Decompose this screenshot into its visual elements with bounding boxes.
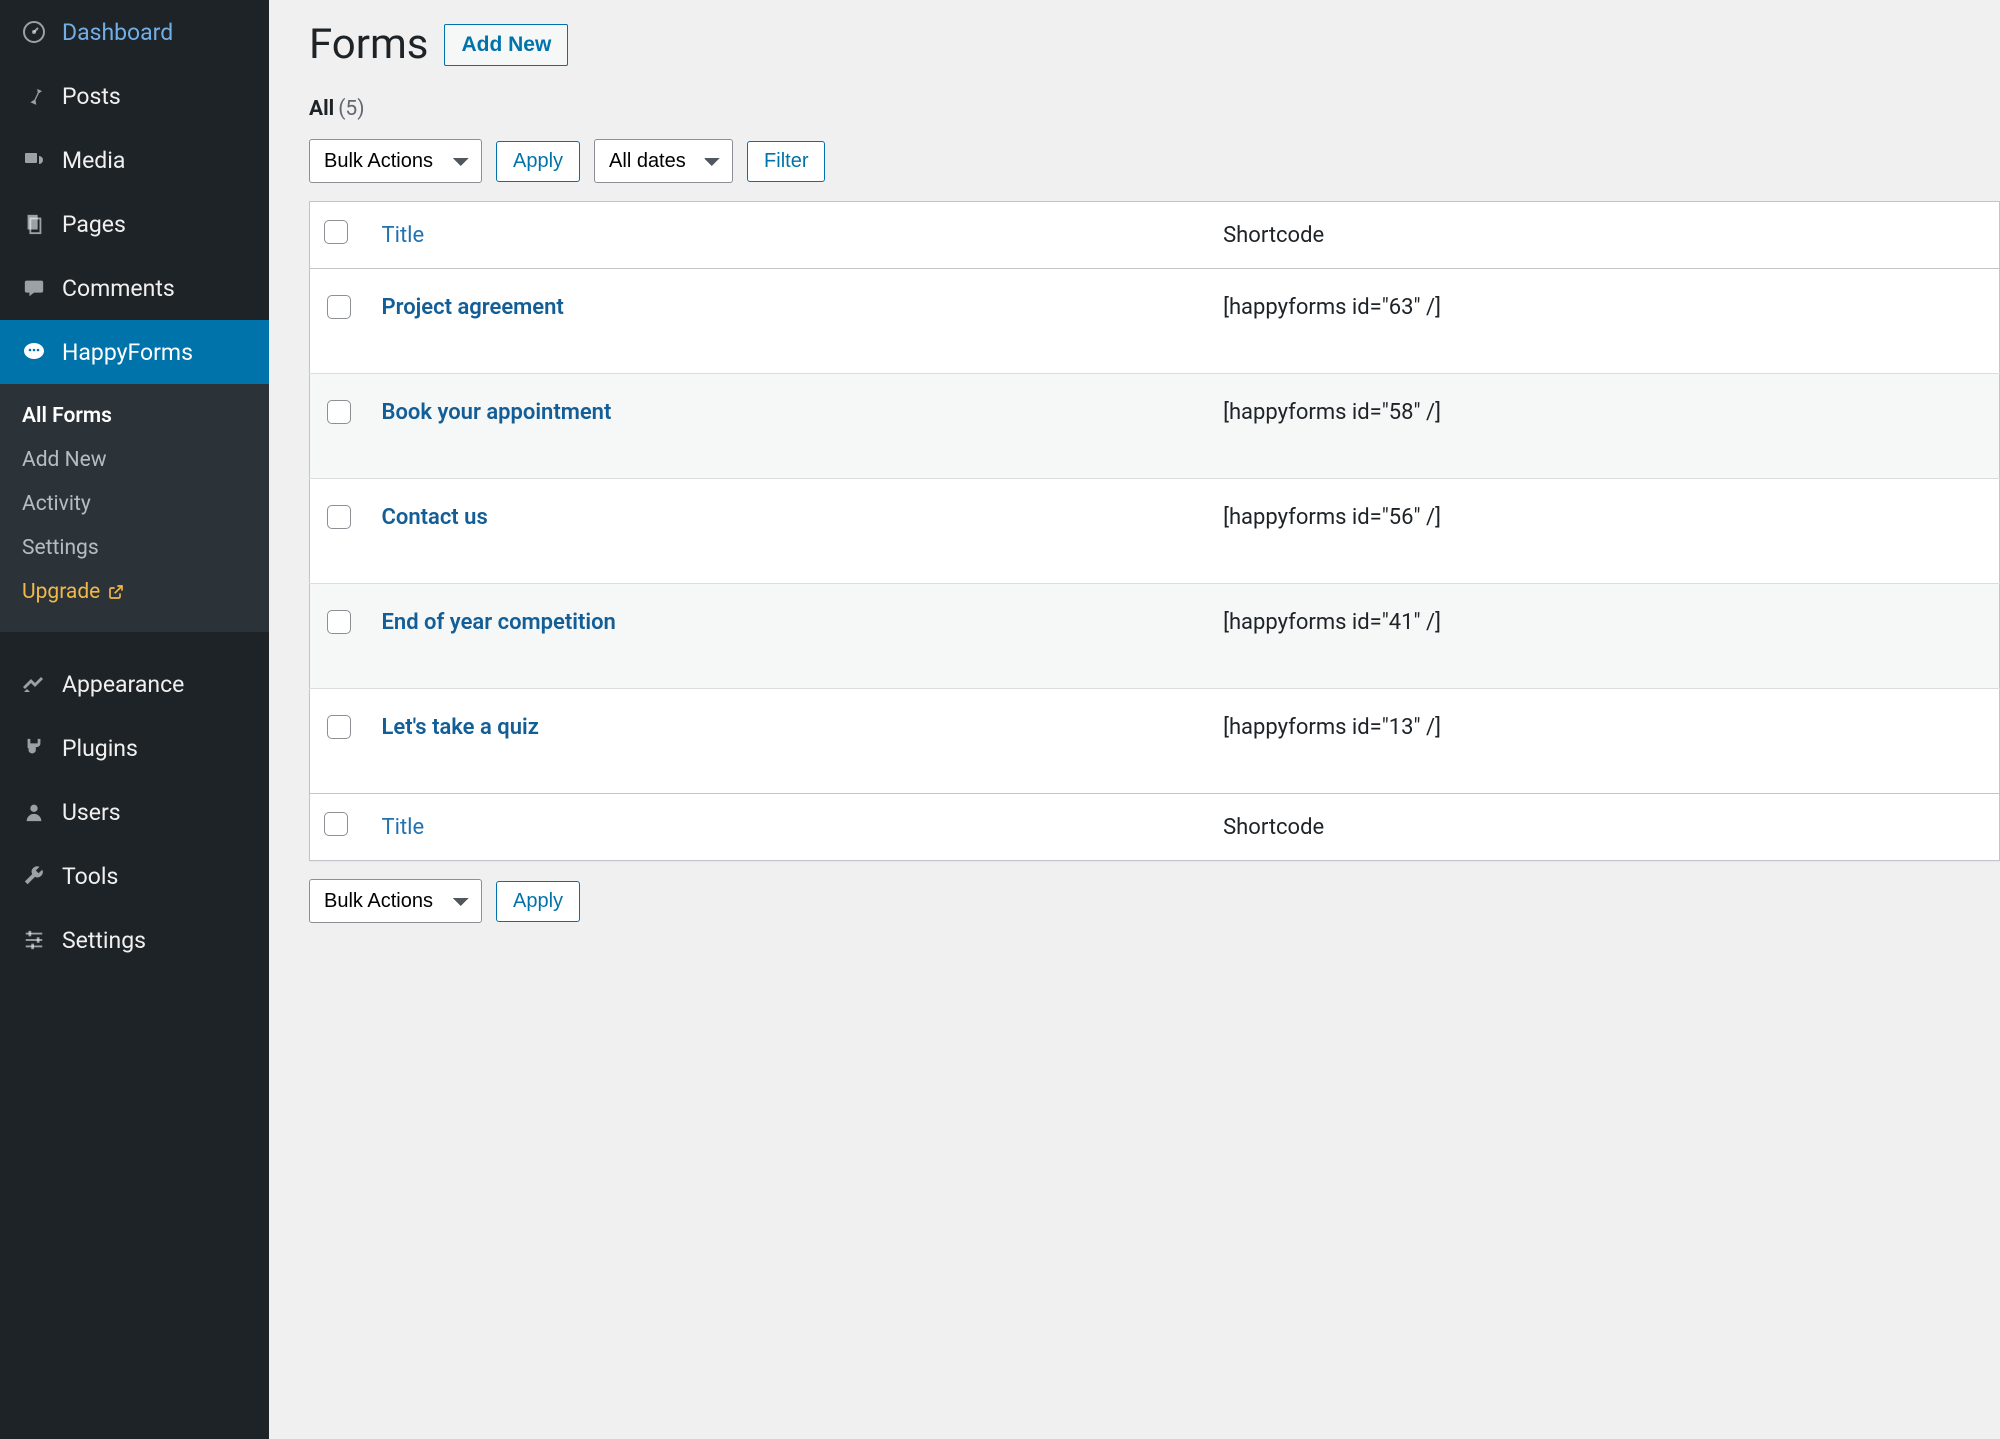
sidebar-item-label: Media (62, 147, 125, 174)
page-header: Forms Add New (309, 20, 2000, 69)
sidebar-item-label: Pages (62, 211, 126, 238)
submenu-all-forms[interactable]: All Forms (0, 394, 269, 438)
sidebar-item-label: Posts (62, 83, 121, 110)
sidebar-item-label: Settings (62, 927, 146, 954)
form-title-link[interactable]: Book your appointment (382, 400, 612, 425)
column-shortcode-footer: Shortcode (1209, 794, 1999, 861)
form-shortcode: [happyforms id="13" /] (1209, 689, 1999, 794)
sidebar-item-label: Users (62, 799, 121, 826)
form-title-link[interactable]: Let's take a quiz (382, 715, 539, 740)
filter-all-count: (5) (338, 97, 364, 121)
form-shortcode: [happyforms id="58" /] (1209, 374, 1999, 479)
sidebar-item-pages[interactable]: Pages (0, 192, 269, 256)
date-filter-select[interactable]: All dates (594, 139, 733, 183)
submenu-settings[interactable]: Settings (0, 526, 269, 570)
main-content: Forms Add New All (5) Bulk Actions Apply… (269, 0, 2000, 1439)
tablenav-bottom: Bulk Actions Apply (309, 879, 2000, 923)
sidebar-item-label: Dashboard (62, 19, 173, 46)
sidebar-item-dashboard[interactable]: Dashboard (0, 0, 269, 64)
submenu-upgrade-label: Upgrade (22, 580, 100, 604)
table-row: Contact us [happyforms id="56" /] (310, 479, 2000, 584)
users-icon (18, 796, 50, 828)
select-all-checkbox-footer[interactable] (324, 812, 348, 836)
form-title-link[interactable]: Contact us (382, 505, 488, 530)
sidebar-submenu: All Forms Add New Activity Settings Upgr… (0, 384, 269, 632)
table-row: Book your appointment [happyforms id="58… (310, 374, 2000, 479)
apply-button[interactable]: Apply (496, 141, 580, 182)
submenu-activity[interactable]: Activity (0, 482, 269, 526)
column-checkbox-header (310, 202, 368, 269)
forms-table: Title Shortcode Project agreement [happy… (309, 201, 2000, 861)
sidebar-item-label: Plugins (62, 735, 138, 762)
admin-sidebar: Dashboard Posts Media Pages Comments Hap… (0, 0, 269, 1439)
select-all-checkbox[interactable] (324, 220, 348, 244)
apply-button-bottom[interactable]: Apply (496, 881, 580, 922)
sidebar-item-label: HappyForms (62, 339, 193, 366)
submenu-add-new[interactable]: Add New (0, 438, 269, 482)
sidebar-item-label: Tools (62, 863, 118, 890)
filter-button[interactable]: Filter (747, 141, 825, 182)
plugins-icon (18, 732, 50, 764)
row-checkbox[interactable] (327, 295, 351, 319)
column-shortcode-header: Shortcode (1209, 202, 1999, 269)
sidebar-item-plugins[interactable]: Plugins (0, 716, 269, 780)
list-filter-subsubsub: All (5) (309, 97, 2000, 121)
sidebar-item-happyforms[interactable]: HappyForms (0, 320, 269, 384)
pages-icon (18, 208, 50, 240)
form-shortcode: [happyforms id="63" /] (1209, 269, 1999, 374)
sidebar-item-comments[interactable]: Comments (0, 256, 269, 320)
add-new-button[interactable]: Add New (444, 24, 568, 66)
row-checkbox[interactable] (327, 715, 351, 739)
submenu-upgrade[interactable]: Upgrade (0, 570, 146, 614)
sidebar-item-label: Appearance (62, 671, 184, 698)
happyforms-icon (18, 336, 50, 368)
bulk-actions-select[interactable]: Bulk Actions (309, 139, 482, 183)
form-title-link[interactable]: End of year competition (382, 610, 616, 635)
row-checkbox[interactable] (327, 610, 351, 634)
form-title-link[interactable]: Project agreement (382, 295, 564, 320)
sidebar-item-label: Comments (62, 275, 175, 302)
sidebar-item-settings[interactable]: Settings (0, 908, 269, 972)
pin-icon (18, 80, 50, 112)
filter-all[interactable]: All (309, 97, 334, 121)
table-row: Project agreement [happyforms id="63" /] (310, 269, 2000, 374)
column-title-footer[interactable]: Title (368, 794, 1210, 861)
tools-icon (18, 860, 50, 892)
sidebar-item-appearance[interactable]: Appearance (0, 652, 269, 716)
table-row: End of year competition [happyforms id="… (310, 584, 2000, 689)
external-link-icon (108, 584, 124, 600)
sidebar-item-posts[interactable]: Posts (0, 64, 269, 128)
dashboard-icon (18, 16, 50, 48)
table-row: Let's take a quiz [happyforms id="13" /] (310, 689, 2000, 794)
bulk-actions-select-bottom[interactable]: Bulk Actions (309, 879, 482, 923)
page-title: Forms (309, 20, 428, 69)
row-checkbox[interactable] (327, 400, 351, 424)
form-shortcode: [happyforms id="41" /] (1209, 584, 1999, 689)
sidebar-item-tools[interactable]: Tools (0, 844, 269, 908)
form-shortcode: [happyforms id="56" /] (1209, 479, 1999, 584)
appearance-icon (18, 668, 50, 700)
comments-icon (18, 272, 50, 304)
settings-icon (18, 924, 50, 956)
tablenav-top: Bulk Actions Apply All dates Filter (309, 139, 2000, 183)
sidebar-item-users[interactable]: Users (0, 780, 269, 844)
media-icon (18, 144, 50, 176)
column-title-header[interactable]: Title (368, 202, 1210, 269)
row-checkbox[interactable] (327, 505, 351, 529)
column-checkbox-footer (310, 794, 368, 861)
sidebar-item-media[interactable]: Media (0, 128, 269, 192)
